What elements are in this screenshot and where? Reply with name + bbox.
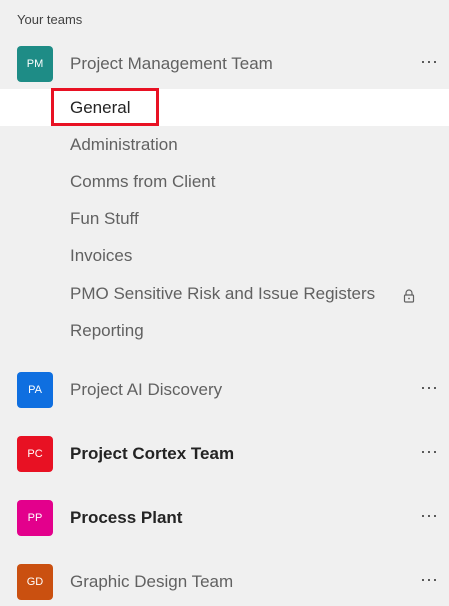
team-name: Process Plant [70,508,183,527]
more-options-icon[interactable]: ··· [420,377,438,398]
section-title: Your teams [17,12,83,27]
team-row-project-management[interactable]: PM Project Management Team ··· [0,42,449,86]
team-name: Project Cortex Team [70,444,235,463]
team-row-project-ai-discovery[interactable]: PA Project AI Discovery ··· [0,368,449,412]
more-options-icon[interactable]: ··· [420,51,438,72]
channel-pmo-sensitive[interactable]: PMO Sensitive Risk and Issue Registers [0,275,449,312]
team-name: Project Management Team [70,54,273,73]
channel-label: Invoices [70,246,133,265]
team-avatar: PC [17,436,53,472]
team-row-graphic-design[interactable]: GD Graphic Design Team ··· [0,560,449,604]
team-row-project-cortex[interactable]: PC Project Cortex Team ··· [0,432,449,476]
channel-comms-from-client[interactable]: Comms from Client [0,163,449,200]
channel-label: PMO Sensitive Risk and Issue Registers [70,284,376,303]
lock-icon [403,289,415,303]
channel-fun-stuff[interactable]: Fun Stuff [0,200,449,237]
team-row-process-plant[interactable]: PP Process Plant ··· [0,496,449,540]
more-options-icon[interactable]: ··· [420,505,438,526]
team-avatar: PA [17,372,53,408]
highlight-box [51,88,159,126]
team-avatar: PM [17,46,53,82]
team-avatar: PP [17,500,53,536]
more-options-icon[interactable]: ··· [420,441,438,462]
channel-label: Administration [70,135,178,154]
team-name: Project AI Discovery [70,380,223,399]
channel-administration[interactable]: Administration [0,126,449,163]
channel-label: Reporting [70,321,144,340]
channel-invoices[interactable]: Invoices [0,237,449,274]
channel-label: Fun Stuff [70,209,139,228]
more-options-icon[interactable]: ··· [420,569,438,590]
channel-reporting[interactable]: Reporting [0,312,449,349]
channel-label: Comms from Client [70,172,216,191]
team-avatar: GD [17,564,53,600]
team-name: Graphic Design Team [70,572,234,591]
